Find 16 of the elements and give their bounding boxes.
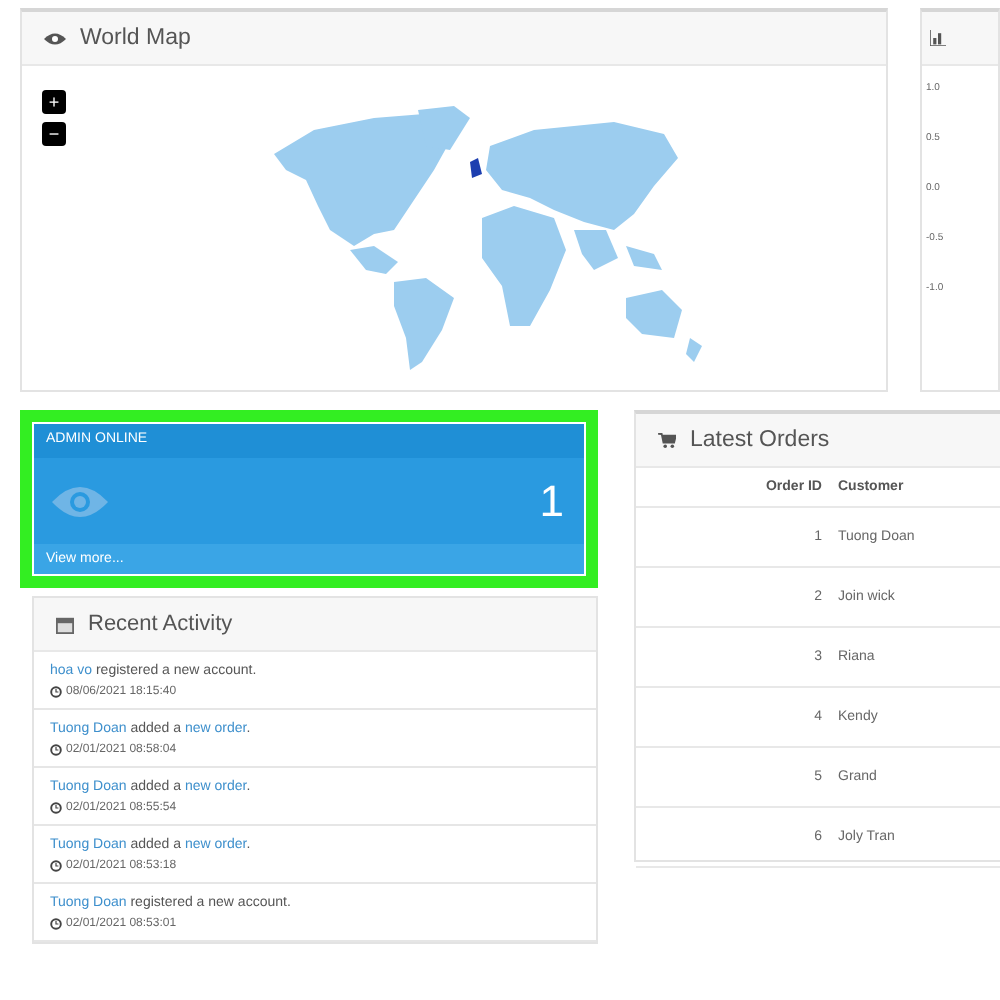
clock-icon	[50, 686, 62, 698]
eye-icon	[50, 484, 110, 520]
clock-icon	[50, 860, 62, 872]
clock-icon	[50, 918, 62, 930]
eye-icon	[44, 31, 66, 45]
zoom-button[interactable]: −	[42, 122, 66, 146]
calendar-icon	[56, 615, 74, 633]
cart-icon	[658, 432, 676, 448]
clock-icon	[50, 802, 62, 814]
admin-count: 1	[539, 476, 564, 528]
panel-title: Latest Orders	[690, 428, 830, 452]
panel-title: World Map	[80, 26, 191, 50]
bar-chart-icon	[930, 30, 946, 46]
clock-icon	[50, 744, 62, 756]
zoom-button[interactable]: +	[42, 90, 66, 114]
panel-title: Recent Activity	[88, 612, 233, 636]
